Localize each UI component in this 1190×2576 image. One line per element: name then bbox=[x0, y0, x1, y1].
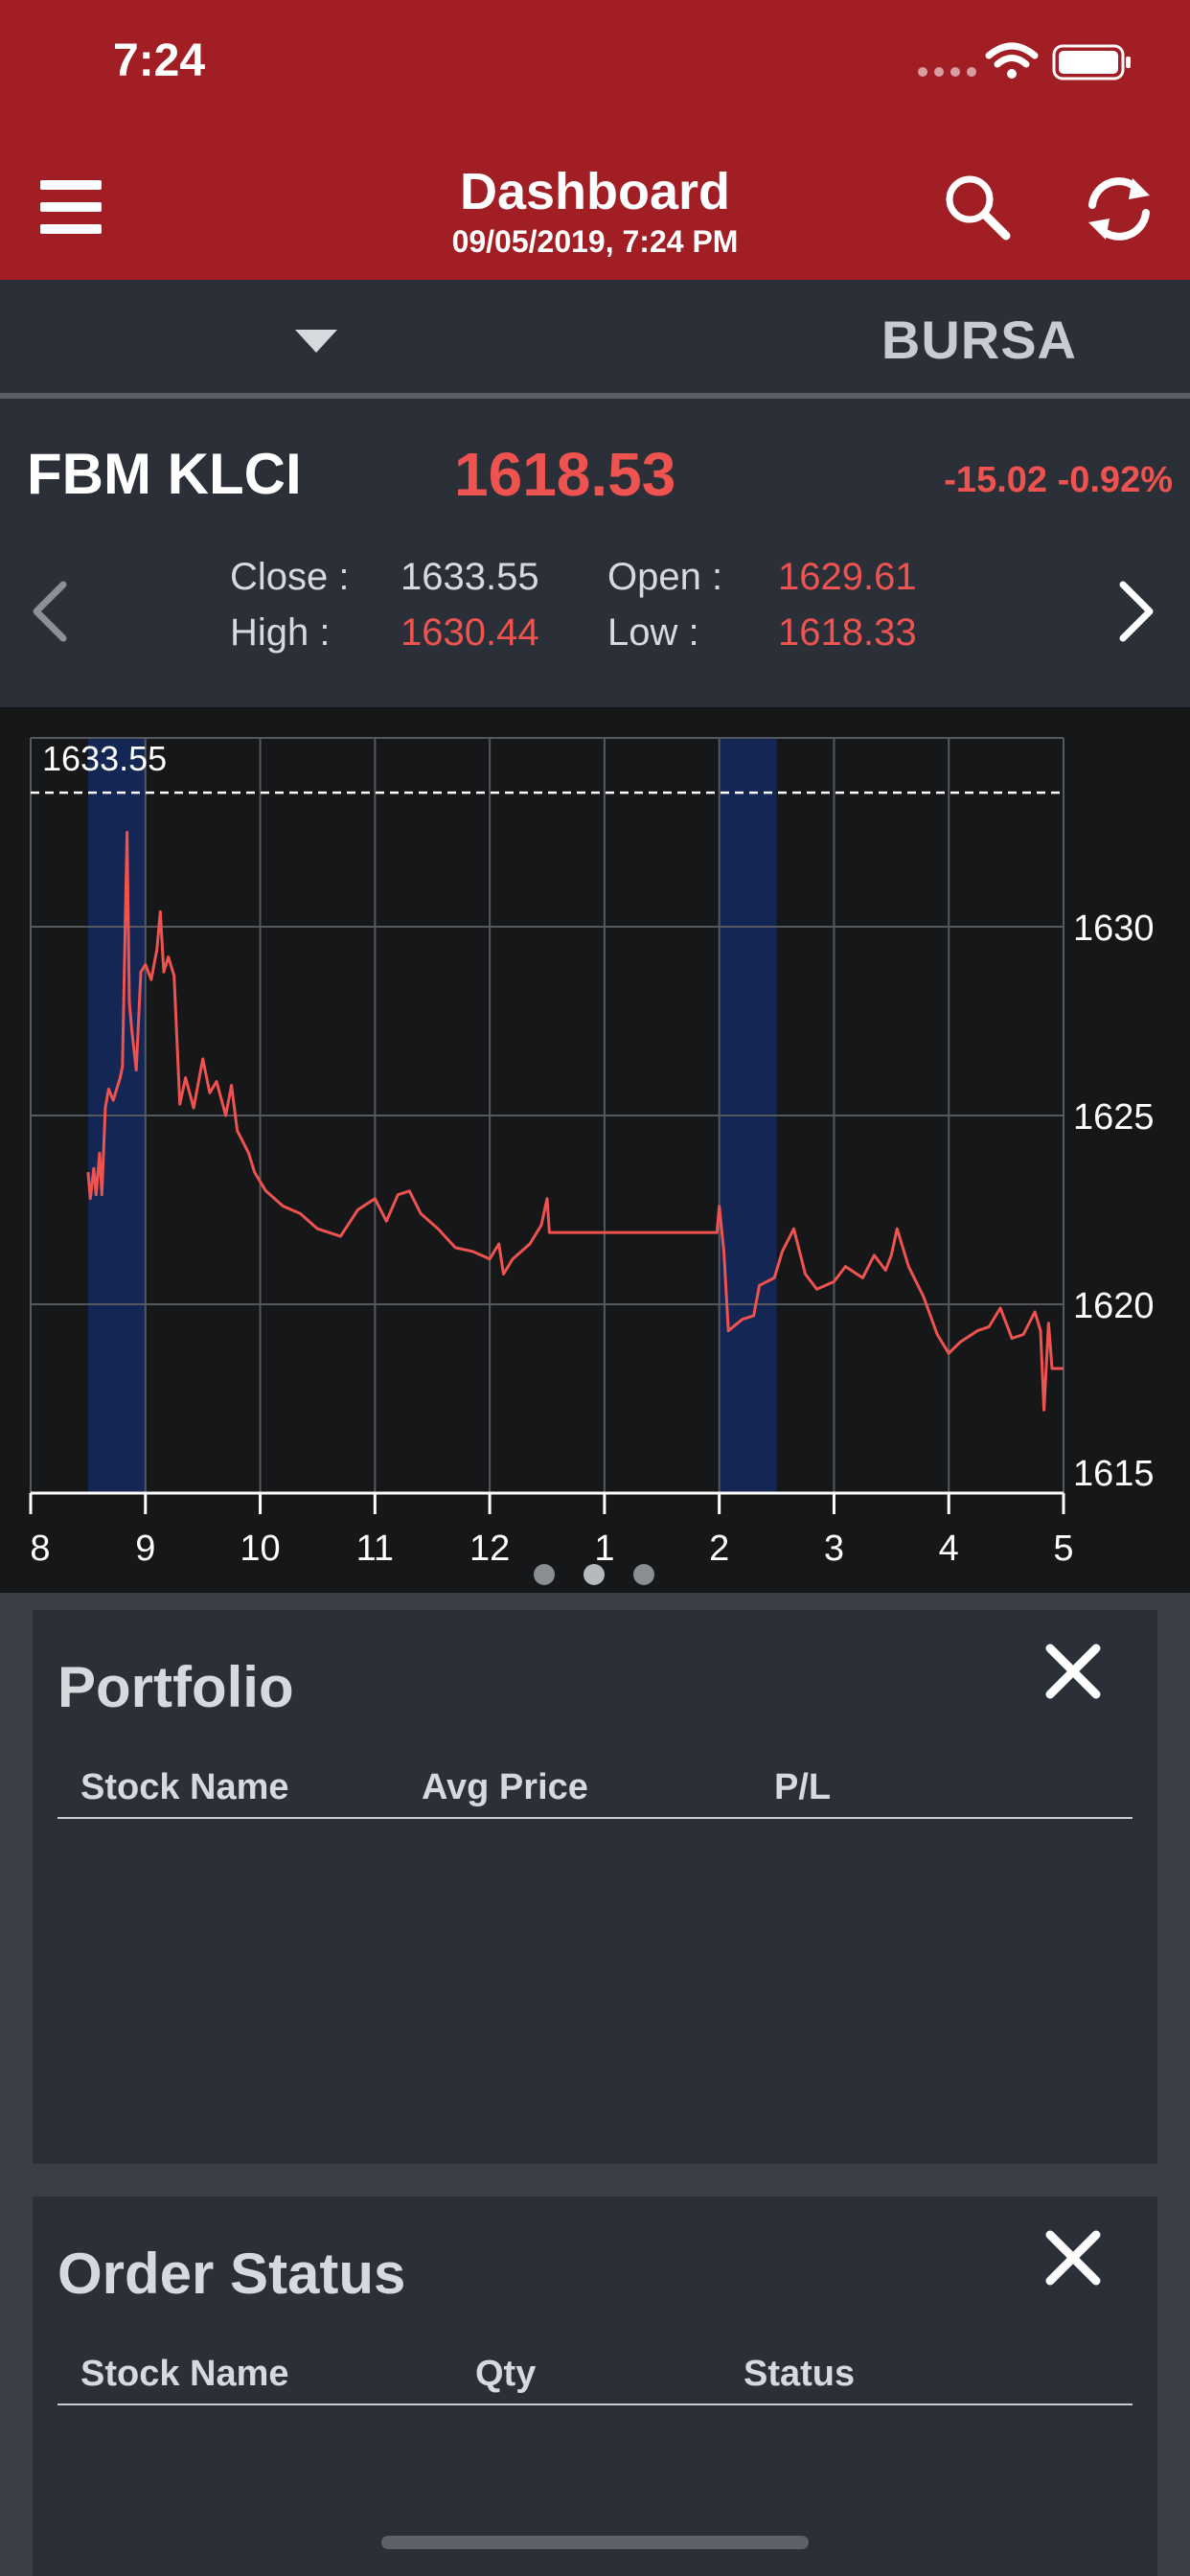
status-time: 7:24 bbox=[113, 35, 206, 86]
dropdown-triangle-icon[interactable] bbox=[295, 330, 337, 353]
close-icon[interactable] bbox=[1044, 2229, 1102, 2287]
index-change: -15.02 -0.92% bbox=[944, 460, 1173, 500]
prev-close-label: 1633.55 bbox=[42, 739, 167, 778]
x-tick-label: 3 bbox=[824, 1529, 844, 1569]
x-tick-label: 9 bbox=[135, 1529, 155, 1569]
market-name[interactable]: BURSA bbox=[881, 309, 1077, 371]
page-dot[interactable] bbox=[534, 1564, 555, 1585]
home-indicator bbox=[381, 2536, 809, 2549]
column-header-stock-name: Stock Name bbox=[80, 2354, 289, 2394]
column-header-avg-price: Avg Price bbox=[422, 1767, 588, 1807]
y-tick-label: 1625 bbox=[1073, 1097, 1155, 1138]
column-header-status: Status bbox=[744, 2354, 856, 2394]
page-title: Dashboard bbox=[459, 163, 731, 220]
header-title-block: Dashboard 09/05/2019, 7:24 PM bbox=[308, 161, 882, 259]
x-tick-label: 8 bbox=[30, 1529, 50, 1569]
battery-icon bbox=[1052, 44, 1131, 80]
index-value: 1618.53 bbox=[454, 440, 676, 509]
y-tick-label: 1620 bbox=[1073, 1286, 1155, 1326]
hamburger-menu-icon[interactable] bbox=[40, 180, 102, 234]
x-tick-label: 2 bbox=[709, 1529, 729, 1569]
high-value: 1630.44 bbox=[400, 611, 539, 654]
x-tick-label: 5 bbox=[1053, 1529, 1073, 1569]
refresh-icon[interactable] bbox=[1081, 171, 1157, 247]
order-status-card: Order Status Stock Name Qty Status bbox=[33, 2196, 1157, 2576]
x-tick-label: 12 bbox=[469, 1529, 510, 1569]
app-header: 7:24 Dashboard 09/05/2019, 7:24 PM bbox=[0, 0, 1190, 280]
intraday-chart[interactable]: 1633.55 8 9 10 11 12 1 2 3 4 5 1615 1620 1625 1630 bbox=[0, 707, 1190, 1593]
x-tick-label: 1 bbox=[594, 1529, 614, 1569]
open-label: Open : bbox=[607, 556, 723, 598]
index-summary: FBM KLCI 1618.53 -15.02 -0.92% Close : 1… bbox=[0, 399, 1190, 707]
column-header-pl: P/L bbox=[774, 1767, 832, 1807]
portfolio-card: Portfolio Stock Name Avg Price P/L bbox=[33, 1610, 1157, 2164]
cellular-signal-icon bbox=[918, 67, 976, 77]
close-icon[interactable] bbox=[1044, 1643, 1102, 1700]
low-label: Low : bbox=[607, 611, 699, 654]
close-value: 1633.55 bbox=[400, 556, 539, 598]
y-tick-label: 1630 bbox=[1073, 908, 1155, 949]
chevron-right-icon[interactable] bbox=[1117, 581, 1156, 642]
portfolio-title: Portfolio bbox=[57, 1655, 294, 1719]
header-divider bbox=[57, 2404, 1133, 2405]
low-value: 1618.33 bbox=[778, 611, 917, 654]
column-header-qty: Qty bbox=[475, 2354, 537, 2394]
page-dot-active[interactable] bbox=[584, 1564, 605, 1585]
index-name: FBM KLCI bbox=[27, 442, 302, 506]
market-selector[interactable]: BURSA bbox=[0, 280, 1190, 399]
chevron-left-icon[interactable] bbox=[31, 581, 69, 642]
x-tick-label: 4 bbox=[939, 1529, 959, 1569]
y-tick-label: 1615 bbox=[1073, 1454, 1155, 1494]
page-dot[interactable] bbox=[633, 1564, 654, 1585]
search-icon[interactable] bbox=[943, 172, 1012, 242]
chart-page-indicator[interactable] bbox=[534, 1564, 654, 1585]
open-value: 1629.61 bbox=[778, 556, 917, 598]
close-label: Close : bbox=[230, 556, 350, 598]
header-divider bbox=[57, 1817, 1133, 1819]
page-timestamp: 09/05/2019, 7:24 PM bbox=[451, 224, 739, 259]
order-status-title: Order Status bbox=[57, 2242, 406, 2306]
x-tick-label: 10 bbox=[240, 1529, 280, 1569]
x-tick-label: 11 bbox=[356, 1529, 394, 1569]
price-series-line bbox=[86, 831, 1064, 1412]
wifi-icon bbox=[985, 42, 1039, 79]
intraday-chart-svg: 1633.558 9 10 11 12 1 2 3 4 51615162016251630 bbox=[29, 737, 1155, 1569]
high-label: High : bbox=[230, 611, 331, 654]
column-header-stock-name: Stock Name bbox=[80, 1767, 289, 1807]
